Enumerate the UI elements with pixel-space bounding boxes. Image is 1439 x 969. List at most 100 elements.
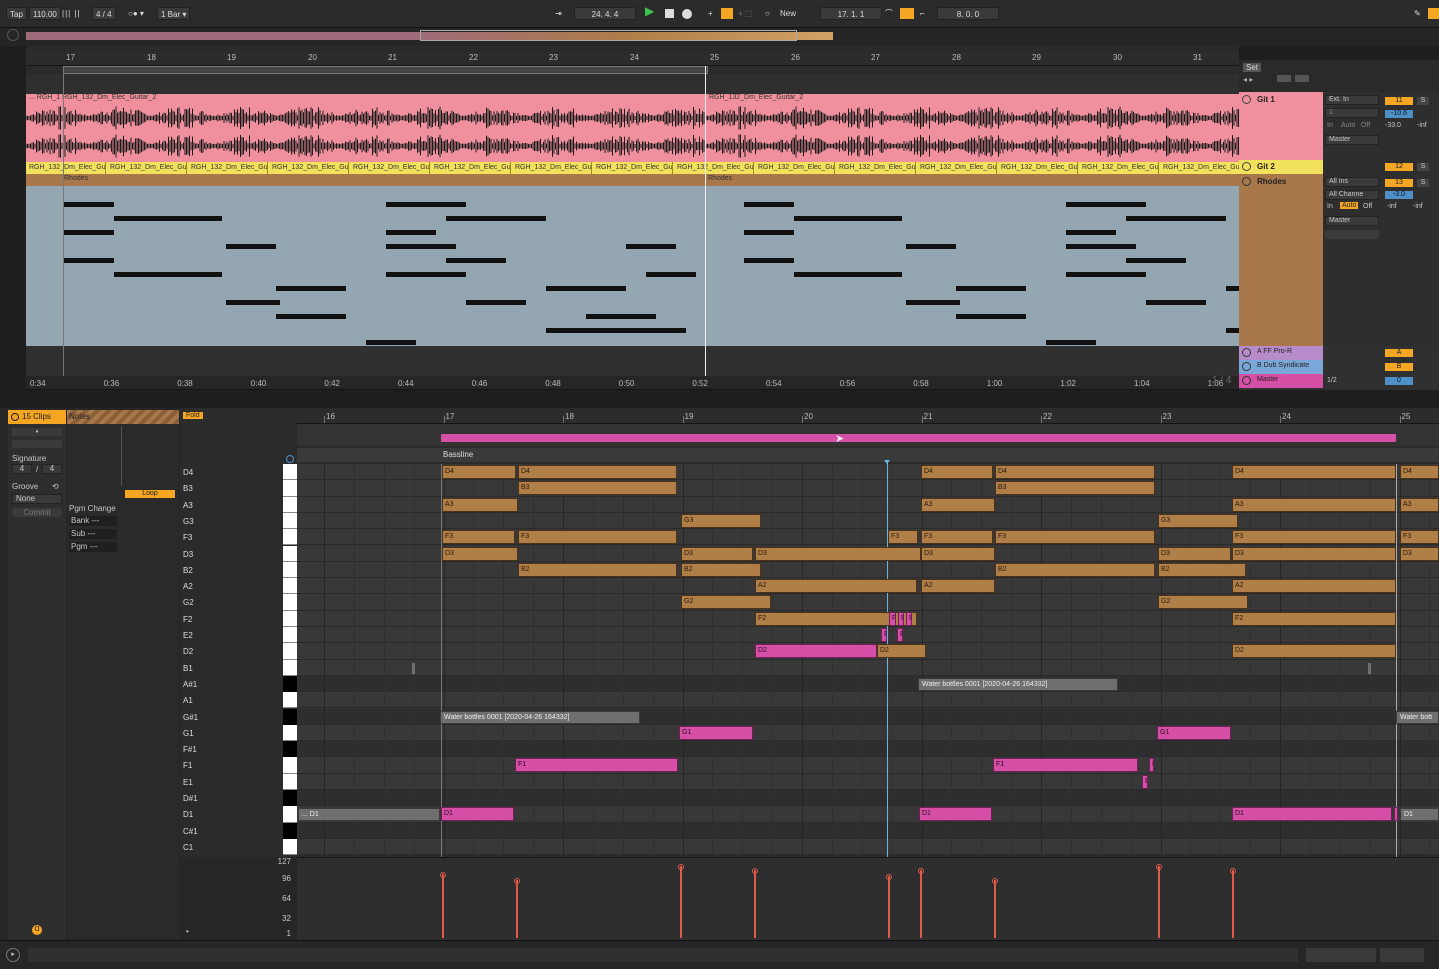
velocity-lane[interactable] — [297, 857, 1439, 940]
loop-brace[interactable] — [63, 66, 708, 74]
midi-note[interactable]: F3 — [1232, 530, 1396, 545]
white-key[interactable] — [283, 838, 297, 856]
punch-out-icon[interactable]: ⌐ — [920, 7, 925, 20]
piano-roll-ruler[interactable]: 16 17 18 19 20 21 22 23 24 25 — [297, 410, 1439, 424]
midi-note[interactable]: F1 — [993, 758, 1138, 773]
velocity-stem[interactable] — [920, 870, 922, 938]
velocity-handle[interactable] — [514, 878, 520, 884]
return-track-b[interactable]: B Dub Syndicate — [1239, 360, 1323, 374]
monitor-auto[interactable]: Auto — [1340, 202, 1359, 209]
monitor-off[interactable]: Off — [1361, 122, 1370, 129]
return-track-a[interactable]: A FF Pro-R — [1239, 346, 1323, 360]
keyboard-midi-icon[interactable] — [1428, 8, 1439, 19]
midi-note[interactable]: A2 — [921, 579, 995, 594]
volume-field[interactable]: -10.6 — [1385, 110, 1413, 118]
track-number[interactable]: 12 — [1385, 163, 1413, 171]
time-signature-field[interactable]: 4 / 4 — [92, 7, 116, 20]
midi-note[interactable]: D3 — [1400, 546, 1439, 561]
new-scene-button[interactable]: New — [780, 7, 796, 20]
midi-note[interactable]: G1 — [679, 725, 753, 740]
midi-note[interactable]: G2 — [1158, 595, 1248, 610]
midi-note[interactable]: D2 — [877, 644, 926, 659]
loop-switch-icon[interactable] — [900, 8, 914, 19]
clip-color-select[interactable] — [12, 440, 62, 448]
master-value[interactable]: 0 — [1385, 377, 1413, 385]
black-key[interactable] — [283, 741, 297, 758]
track-activator-icon[interactable] — [1242, 362, 1251, 371]
metronome-bars-icon[interactable]: ||| || — [62, 7, 81, 20]
white-key[interactable] — [283, 594, 297, 611]
midi-note[interactable]: D3 — [1232, 546, 1396, 561]
velocity-stem[interactable] — [516, 880, 518, 938]
white-key[interactable] — [283, 578, 297, 595]
midi-note[interactable]: F3 — [888, 530, 918, 545]
groove-select[interactable]: None — [12, 494, 62, 504]
track-activator-icon[interactable] — [1242, 177, 1251, 186]
velocity-handle[interactable] — [678, 864, 684, 870]
input-channel-select[interactable]: 1 — [1325, 108, 1379, 118]
midi-note[interactable]: B2 — [681, 562, 761, 577]
midi-note[interactable]: D4 — [921, 465, 993, 479]
note-grid[interactable] — [297, 464, 1439, 856]
track-activator-icon[interactable] — [1242, 95, 1251, 104]
black-key[interactable] — [283, 675, 297, 693]
input-type-select[interactable]: Ext. In — [1325, 95, 1379, 105]
white-key[interactable] — [283, 545, 297, 562]
info-toggle-icon[interactable]: ▸ — [6, 948, 20, 962]
solo-button[interactable]: S — [1417, 97, 1429, 105]
track-activator-icon[interactable] — [1242, 376, 1251, 385]
midi-note[interactable]: B2 — [518, 562, 677, 577]
midi-note[interactable]: D4 — [995, 465, 1155, 479]
velocity-handle[interactable] — [1230, 868, 1236, 874]
midi-note[interactable]: F3 — [442, 530, 515, 545]
midi-note[interactable]: D4 — [1400, 465, 1439, 479]
audio-clip-git2[interactable]: RGH_132_Dm_Elec_Gui — [674, 162, 754, 174]
midi-note[interactable]: F2 — [906, 611, 912, 626]
overview-viewport[interactable] — [420, 30, 797, 41]
velocity-handle[interactable] — [752, 868, 758, 874]
midi-note[interactable]: D2 — [755, 644, 877, 659]
track-number[interactable]: 11 — [1385, 97, 1413, 105]
arrangement-overview[interactable] — [0, 28, 1439, 46]
midi-note[interactable]: D1 — [441, 807, 514, 822]
solo-button[interactable]: S — [1417, 179, 1429, 187]
white-key[interactable] — [283, 480, 297, 497]
audio-clip-git2[interactable]: RGH_132_Dm_Elec_Gui — [188, 162, 268, 174]
punch-in-icon[interactable]: ⌒ — [885, 7, 893, 20]
midi-note[interactable]: F3 — [518, 530, 677, 545]
velocity-handle[interactable] — [886, 874, 892, 880]
white-key[interactable] — [283, 659, 297, 676]
sub-field[interactable]: Sub --- — [69, 529, 117, 539]
scale-icon[interactable] — [286, 455, 294, 463]
audio-sample-clip[interactable]: Water bottles 0001 [2020-04-26 164332] — [440, 710, 640, 724]
reenable-automation-icon[interactable]: + ⬚ — [738, 7, 752, 20]
collapse-icon[interactable] — [1295, 75, 1309, 82]
audio-clip-git2[interactable]: RGH_132_Dm_Elec_Gui — [431, 162, 511, 174]
return-letter[interactable]: B — [1385, 363, 1413, 371]
audio-clip-git2[interactable]: RGH_132_Dm_Elec_Gui — [755, 162, 835, 174]
midi-note[interactable]: F2 — [898, 611, 904, 626]
set-button[interactable]: Set — [1243, 63, 1262, 72]
send-field[interactable]: -33.0 — [1385, 122, 1401, 129]
midi-note[interactable]: D1 — [919, 807, 992, 822]
audio-clip-git2[interactable]: RGH_132_Dm_Elec_Gui — [998, 162, 1078, 174]
velocity-handle[interactable] — [992, 878, 998, 884]
white-key[interactable] — [283, 464, 297, 481]
groove-hot-swap-icon[interactable]: ⟲ — [52, 482, 59, 491]
midi-note[interactable]: B2 — [995, 562, 1155, 577]
white-key[interactable] — [283, 773, 297, 790]
midi-note[interactable]: A3 — [442, 497, 518, 512]
black-key[interactable] — [283, 708, 297, 725]
midi-note[interactable]: A2 — [755, 579, 917, 594]
white-key[interactable] — [283, 643, 297, 660]
return-letter[interactable]: A — [1385, 349, 1413, 357]
audio-clip-git1-b[interactable]: RGH_132_Dm_Elec_Guitar_2 — [706, 94, 1239, 162]
velocity-stem[interactable] — [888, 876, 890, 938]
white-key[interactable] — [283, 627, 297, 644]
white-key[interactable] — [283, 496, 297, 513]
audio-clip-git2[interactable]: RGH_132_Dm_Elec_Gui — [269, 162, 349, 174]
solo-button[interactable]: S — [1417, 163, 1429, 171]
hot-swap-icon[interactable]: ᗡ — [32, 925, 42, 935]
midi-note[interactable]: D4 — [442, 465, 516, 479]
song-position-field[interactable]: 24. 4. 4 — [574, 7, 636, 20]
